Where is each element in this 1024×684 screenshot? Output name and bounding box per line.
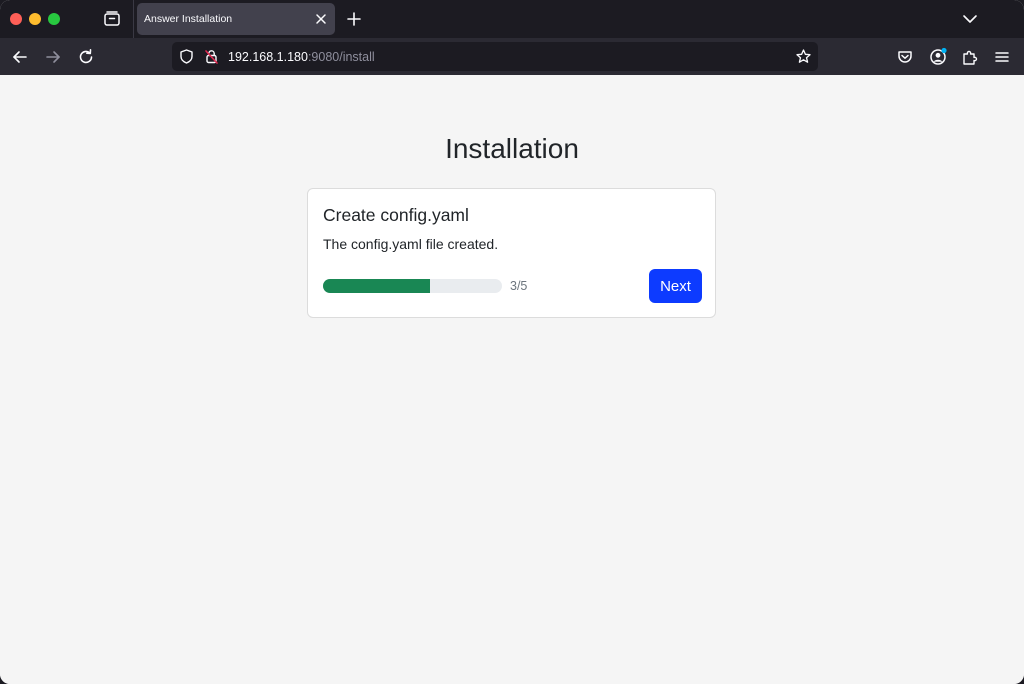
progress-bar (323, 279, 502, 293)
url-bar[interactable]: 192.168.1.180:9080/install (172, 42, 818, 71)
page-title: Installation (445, 133, 579, 164)
reload-icon[interactable] (76, 47, 96, 67)
hamburger-menu-icon[interactable] (992, 47, 1012, 67)
pocket-icon[interactable] (895, 47, 915, 67)
step-message: The config.yaml file created. (323, 236, 499, 252)
navigation-toolbar: 192.168.1.180:9080/install (0, 38, 1024, 75)
page-content: Installation Create config.yaml The conf… (0, 75, 1024, 684)
progress-bar-fill (323, 279, 431, 293)
puzzle-icon[interactable] (960, 47, 980, 67)
url-path: :9080/install (307, 50, 375, 64)
browser-window: Answer Installation 192.168.1.180:9080/i… (0, 0, 1024, 684)
arrow-right-icon[interactable] (43, 47, 63, 67)
star-icon[interactable] (795, 48, 812, 65)
minimize-window-button[interactable] (29, 13, 41, 25)
install-step-card: Create config.yaml The config.yaml file … (307, 188, 716, 318)
tab-bar: Answer Installation (0, 0, 1024, 38)
tab-divider (133, 0, 134, 38)
close-icon[interactable] (313, 11, 329, 27)
tabs-icon[interactable] (102, 9, 122, 29)
arrow-left-icon[interactable] (10, 47, 30, 67)
next-button[interactable]: Next (649, 269, 702, 303)
plus-icon[interactable] (345, 10, 363, 28)
maximize-window-button[interactable] (48, 13, 60, 25)
step-title: Create config.yaml (323, 205, 469, 225)
tab-title: Answer Installation (144, 13, 233, 25)
tab-answer-installation[interactable]: Answer Installation (137, 3, 335, 35)
shield-icon[interactable] (178, 48, 195, 65)
progress-label: 3/5 (510, 279, 528, 293)
url-text[interactable]: 192.168.1.180:9080/install (228, 50, 375, 64)
url-host: 192.168.1.180 (228, 50, 308, 64)
lock-insecure-icon[interactable] (203, 48, 220, 65)
chevron-down-icon[interactable] (961, 10, 979, 28)
close-window-button[interactable] (10, 13, 22, 25)
account-icon[interactable] (928, 47, 948, 67)
